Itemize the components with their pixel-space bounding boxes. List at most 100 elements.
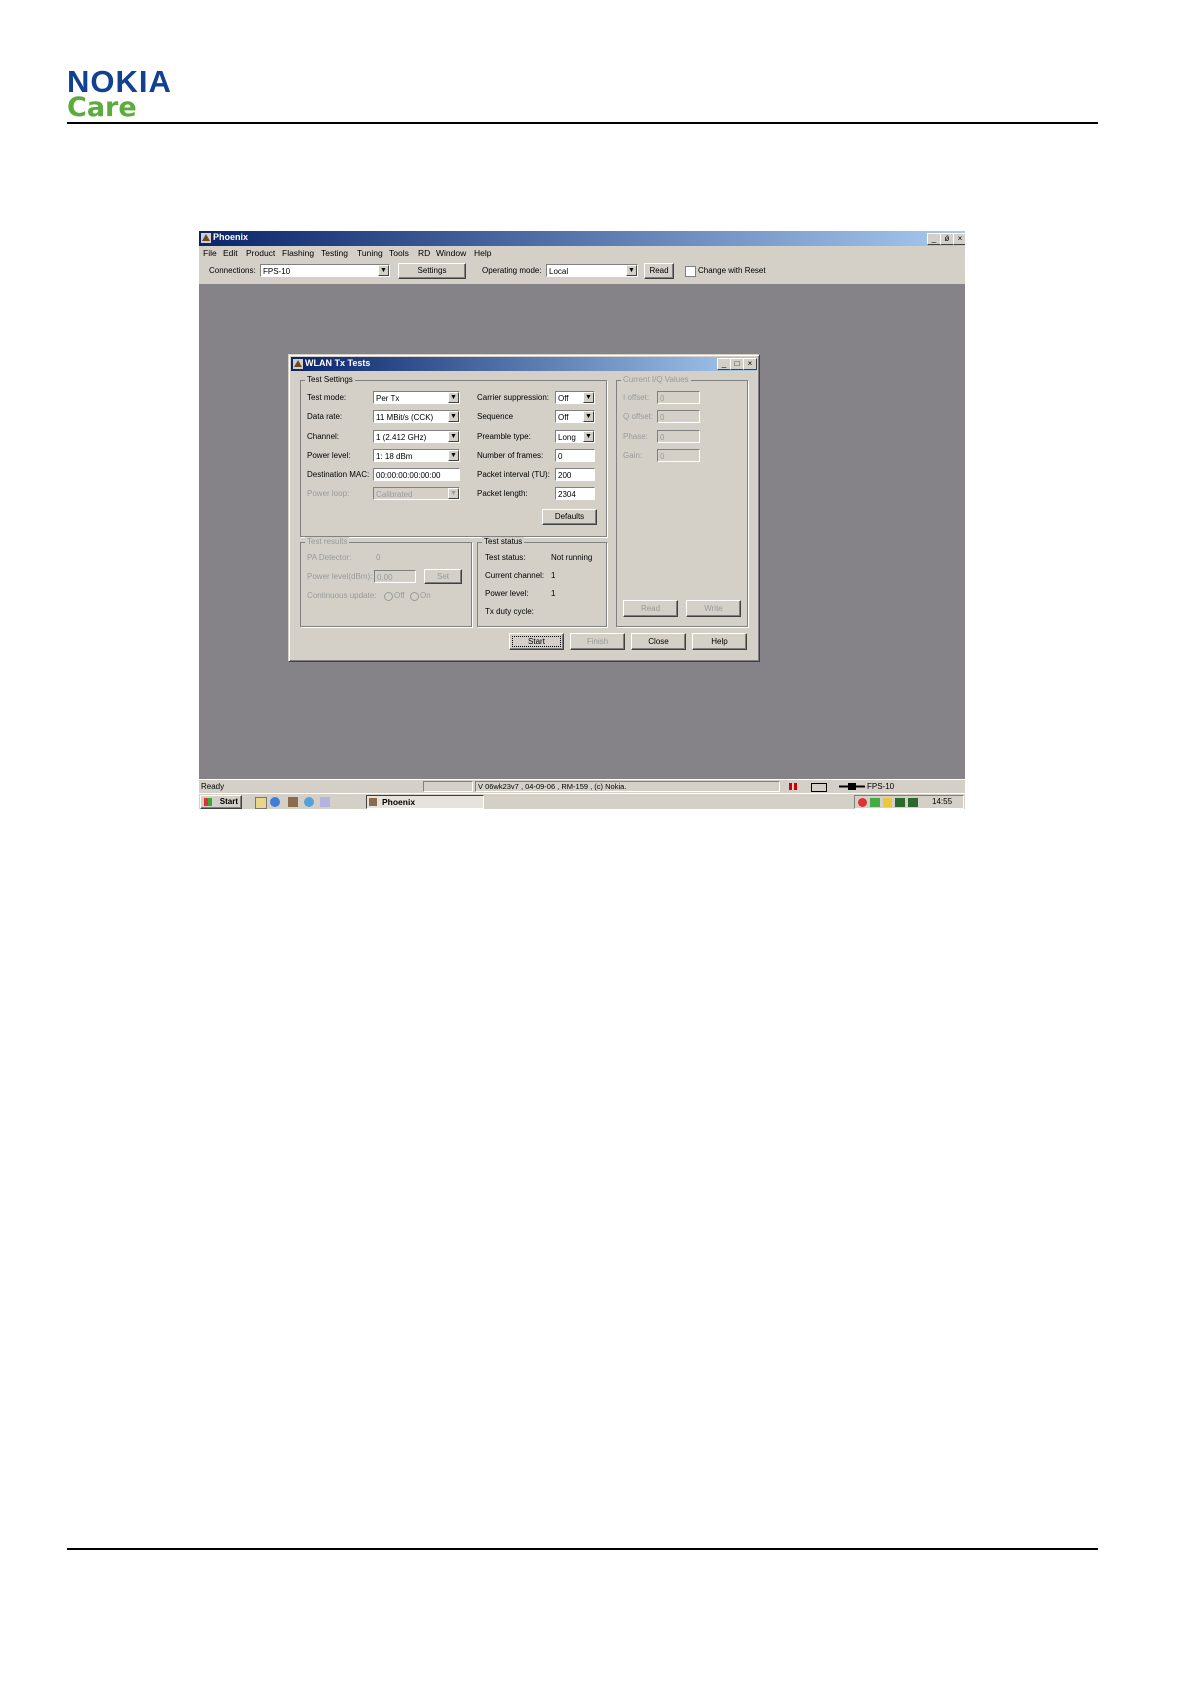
connections-select[interactable]: FPS-10 ▼	[260, 264, 390, 277]
phoenix-app-icon	[201, 233, 211, 243]
indicator-icon	[789, 783, 792, 790]
care-logo: Care	[67, 92, 137, 123]
settings-button[interactable]: Settings	[398, 263, 466, 279]
chevron-down-icon[interactable]: ▼	[583, 431, 594, 442]
menu-testing[interactable]: Testing	[321, 248, 348, 258]
phoenix-quicklaunch-icon[interactable]	[288, 797, 298, 807]
preamble-type-select[interactable]: Long ▼	[555, 430, 595, 443]
data-rate-select[interactable]: 11 MBit/s (CCK) ▼	[373, 410, 460, 423]
taskbar: Start Phoenix 14:55	[199, 793, 965, 809]
phase-input: 0	[657, 430, 700, 443]
close-icon[interactable]: ×	[953, 233, 965, 245]
carrier-suppression-select[interactable]: Off ▼	[555, 391, 595, 404]
version-info: V 06wk23v7 , 04-09-06 , RM-159 , (c) Nok…	[475, 781, 780, 792]
connection-name: FPS-10	[867, 782, 895, 791]
preamble-type-label: Preamble type:	[477, 432, 531, 441]
menu-help[interactable]: Help	[474, 248, 491, 258]
set-button: Set	[424, 569, 462, 584]
chevron-down-icon[interactable]: ▼	[448, 450, 459, 461]
packet-length-input[interactable]: 2304	[555, 487, 595, 500]
operating-mode-label: Operating mode:	[482, 266, 542, 275]
chevron-down-icon: ▼	[448, 488, 459, 499]
packet-interval-input[interactable]: 200	[555, 468, 595, 481]
read-button[interactable]: Read	[644, 263, 674, 279]
connections-label: Connections:	[209, 266, 256, 275]
close-button[interactable]: Close	[631, 633, 686, 650]
status-ready: Ready	[201, 782, 225, 791]
test-mode-select[interactable]: Per Tx ▼	[373, 391, 460, 404]
tray-icon[interactable]	[883, 798, 892, 807]
chevron-down-icon[interactable]: ▼	[448, 431, 459, 442]
change-with-reset-checkbox[interactable]	[685, 266, 696, 277]
menu-flashing[interactable]: Flashing	[282, 248, 314, 258]
gain-label: Gain:	[623, 451, 643, 460]
gain-input: 0	[657, 449, 700, 462]
app-title: Phoenix	[213, 232, 249, 242]
menu-file[interactable]: File	[203, 248, 217, 258]
chevron-down-icon[interactable]: ▼	[583, 392, 594, 403]
help-button[interactable]: Help	[692, 633, 747, 650]
clock: 14:55	[932, 797, 953, 806]
chevron-down-icon[interactable]: ▼	[583, 411, 594, 422]
status-power-level-value: 1	[551, 589, 556, 598]
destination-mac-input[interactable]: 00:00:00:00:00:00	[373, 468, 460, 481]
menu-tuning[interactable]: Tuning	[357, 248, 383, 258]
sequence-select[interactable]: Off ▼	[555, 410, 595, 423]
restore-icon[interactable]: ǿ	[940, 233, 954, 245]
menu-bar: File Edit Product Flashing Testing Tunin…	[199, 246, 965, 260]
power-loop-select: Calibrated ▼	[373, 487, 460, 500]
defaults-button[interactable]: Defaults	[542, 509, 597, 525]
off-radio	[384, 592, 393, 601]
test-status-value: Not running	[551, 553, 593, 562]
menu-rd[interactable]: RD	[418, 248, 430, 258]
tray-icon[interactable]	[895, 798, 905, 807]
power-loop-label: Power loop:	[307, 489, 350, 498]
battery-icon	[811, 783, 827, 792]
footer-rule	[67, 1548, 1098, 1550]
menu-product[interactable]: Product	[246, 248, 275, 258]
menu-tools[interactable]: Tools	[389, 248, 409, 258]
chevron-down-icon[interactable]: ▼	[626, 265, 637, 276]
close-icon[interactable]: ×	[743, 358, 757, 370]
channel-label: Channel:	[307, 432, 340, 441]
outlook-icon[interactable]	[320, 797, 330, 807]
network-icon[interactable]	[870, 798, 880, 807]
status-power-level-label: Power level:	[485, 589, 529, 598]
sequence-label: Sequence	[477, 412, 514, 421]
power-level-select[interactable]: 1: 18 dBm ▼	[373, 449, 460, 462]
menu-edit[interactable]: Edit	[223, 248, 238, 258]
iq-write-button: Write	[686, 600, 741, 617]
test-mode-label: Test mode:	[307, 393, 347, 402]
desktop-icon[interactable]	[255, 797, 267, 809]
chevron-down-icon[interactable]: ▼	[448, 411, 459, 422]
chevron-down-icon[interactable]: ▼	[448, 392, 459, 403]
explorer-icon[interactable]	[304, 797, 314, 807]
menu-window[interactable]: Window	[436, 248, 466, 258]
destination-mac-label: Destination MAC:	[307, 470, 370, 479]
chevron-down-icon[interactable]: ▼	[378, 265, 389, 276]
status-bar: Ready V 06wk23v7 , 04-09-06 , RM-159 , (…	[199, 779, 965, 794]
channel-select[interactable]: 1 (2.412 GHz) ▼	[373, 430, 460, 443]
pa-detector-label: PA Detector:	[307, 553, 352, 562]
tx-duty-cycle-label: Tx duty cycle:	[485, 607, 534, 616]
number-of-frames-label: Number of frames:	[477, 451, 544, 460]
continuous-update-label: Continuous update:	[307, 591, 377, 600]
pa-detector-value: 0	[376, 553, 381, 562]
operating-mode-select[interactable]: Local ▼	[546, 264, 638, 277]
toolbar: Connections: FPS-10 ▼ Settings Operating…	[199, 260, 965, 285]
minimize-icon[interactable]: _	[717, 358, 731, 370]
maximize-icon[interactable]: □	[730, 358, 744, 370]
i-offset-label: I offset:	[623, 393, 650, 402]
q-offset-input: 0	[657, 410, 700, 423]
phoenix-task-button[interactable]: Phoenix	[366, 795, 484, 809]
indicator-icon	[794, 783, 797, 790]
antivirus-icon[interactable]	[858, 798, 867, 807]
browser-icon[interactable]	[270, 797, 280, 807]
minimize-icon[interactable]: _	[927, 233, 941, 245]
dialog-titlebar: WLAN Tx Tests _ □ ×	[291, 357, 757, 371]
tray-icon[interactable]	[908, 798, 918, 807]
number-of-frames-input[interactable]: 0	[555, 449, 595, 462]
change-with-reset-label: Change with Reset	[698, 266, 766, 275]
on-radio-label: On	[420, 591, 431, 600]
start-button[interactable]: Start	[509, 633, 564, 650]
